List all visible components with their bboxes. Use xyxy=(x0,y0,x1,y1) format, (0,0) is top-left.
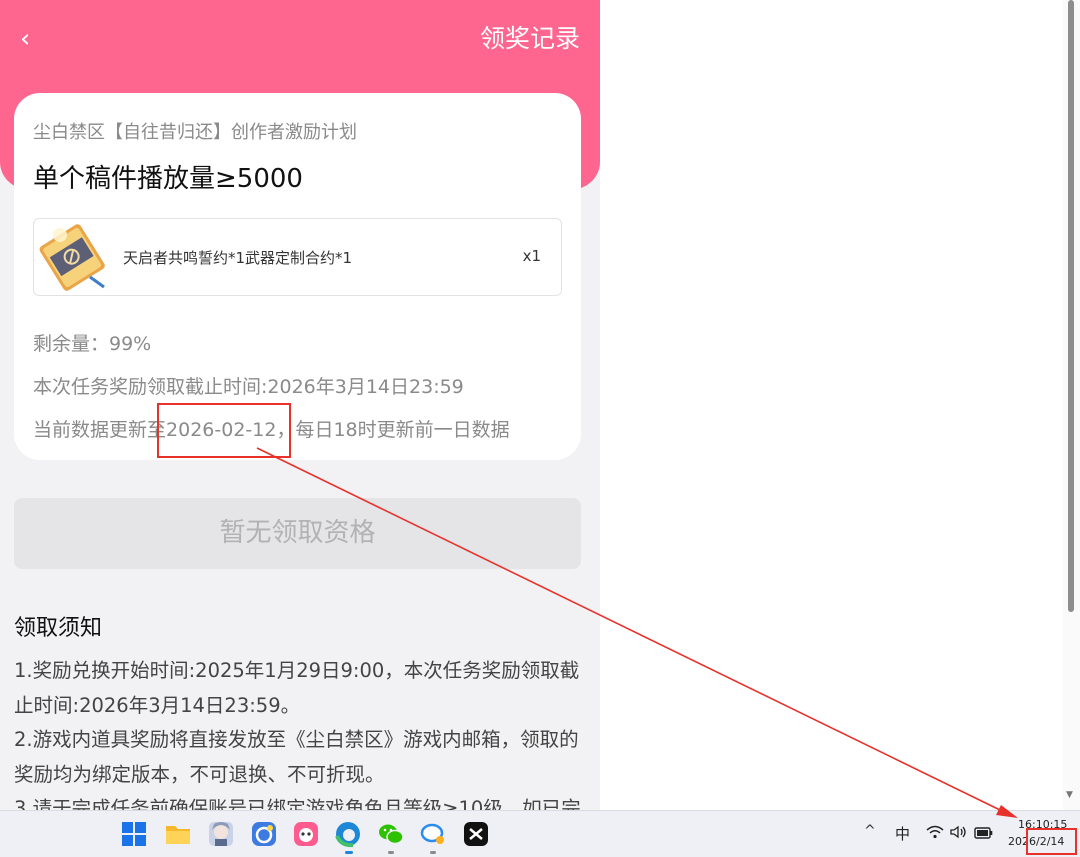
wechat-icon[interactable] xyxy=(377,820,405,848)
battery-icon[interactable] xyxy=(973,824,993,840)
update-date-highlight-box xyxy=(157,403,291,458)
edge-browser-icon[interactable] xyxy=(334,820,362,848)
scroll-thumb[interactable] xyxy=(1068,0,1074,612)
reward-ticket-icon xyxy=(39,224,105,291)
reward-item-quantity: x1 xyxy=(522,247,541,265)
back-button[interactable]: ‹ xyxy=(20,22,50,56)
file-explorer-icon[interactable] xyxy=(164,820,192,848)
running-app-indicator xyxy=(388,851,394,854)
clock-date-highlight-box xyxy=(1026,828,1077,855)
windows-start-icon[interactable] xyxy=(120,820,148,848)
campaign-name: 尘白禁区【自往昔归还】创作者激励计划 xyxy=(33,122,357,143)
page-title: 领奖记录 xyxy=(479,24,580,53)
remaining-amount: 剩余量：99% xyxy=(33,333,152,355)
taskbar: ^ 中 16:10:15 2026/2/14 xyxy=(0,810,1080,857)
volume-icon[interactable] xyxy=(949,824,967,840)
note-item: 1.奖励兑换开始时间:2025年1月29日9:00，本次任务奖励领取截止时间:2… xyxy=(14,659,580,717)
tray-expand-chevron-icon[interactable]: ^ xyxy=(864,823,876,839)
vertical-scrollbar[interactable]: ▼ xyxy=(1063,0,1080,810)
running-app-indicator xyxy=(430,851,436,854)
reward-card: 尘白禁区【自往昔归还】创作者激励计划 单个稿件播放量≥5000 天启者共鸣誓约*… xyxy=(14,93,581,460)
ime-indicator[interactable]: 中 xyxy=(895,823,910,844)
task-title: 单个稿件播放量≥5000 xyxy=(33,164,303,194)
note-item: 3.请于完成任务前确保账号已绑定游戏角色且等级≥10级，如已完 xyxy=(14,797,581,810)
reward-item-name: 天启者共鸣誓约*1武器定制合约*1 xyxy=(123,249,353,267)
capcut-icon[interactable] xyxy=(462,820,490,848)
anime-avatar-icon[interactable] xyxy=(207,820,235,848)
chat-bubble-icon[interactable] xyxy=(419,820,447,848)
claim-button[interactable]: 暂无领取资格 xyxy=(14,498,581,569)
update-suffix: ，每日18时更新前一日数据 xyxy=(276,419,510,441)
note-item: 2.游戏内道具奖励将直接发放至《尘白禁区》游戏内邮箱，领取的奖励均为绑定版本，不… xyxy=(14,728,579,786)
notes-heading: 领取须知 xyxy=(14,616,103,641)
mobile-page: ‹ 领奖记录 尘白禁区【自往昔归还】创作者激励计划 单个稿件播放量≥5000 天… xyxy=(0,0,600,810)
wifi-icon[interactable] xyxy=(926,824,944,840)
active-app-indicator xyxy=(345,851,353,854)
blue-app-icon[interactable] xyxy=(250,820,278,848)
update-prefix: 当前数据更新至 xyxy=(33,419,167,441)
screen: ‹ 领奖记录 尘白禁区【自往昔归还】创作者激励计划 单个稿件播放量≥5000 天… xyxy=(0,0,1080,857)
reward-item: 天启者共鸣誓约*1武器定制合约*1 x1 xyxy=(33,218,562,296)
notes-body: 1.奖励兑换开始时间:2025年1月29日9:00，本次任务奖励领取截止时间:2… xyxy=(14,654,589,810)
pink-app-icon[interactable] xyxy=(292,820,320,848)
scroll-down-arrow-icon[interactable]: ▼ xyxy=(1066,790,1073,800)
claim-deadline: 本次任务奖励领取截止时间:2026年3月14日23:59 xyxy=(33,376,464,398)
